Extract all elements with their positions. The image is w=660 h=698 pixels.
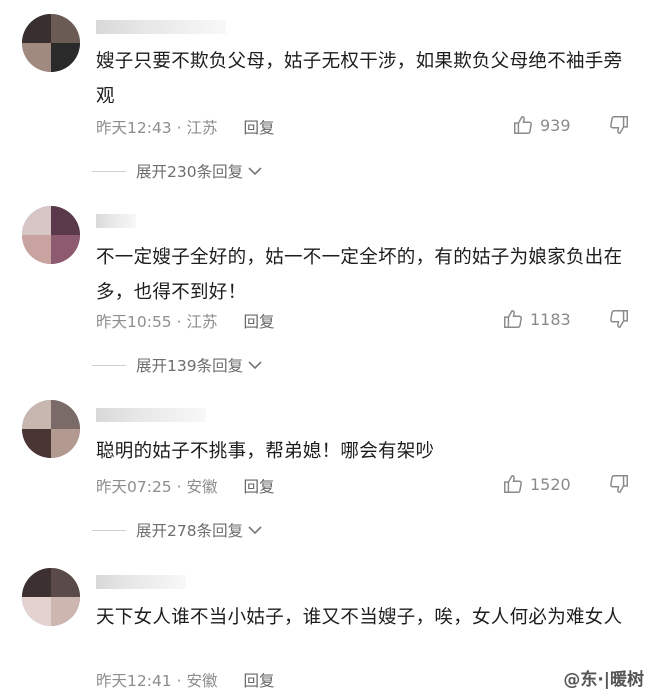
expand-replies-button[interactable]: 展开230条回复 [92, 160, 263, 182]
avatar[interactable] [22, 400, 80, 458]
reply-button[interactable]: 回复 [243, 313, 274, 331]
thumbs-up-icon [514, 116, 532, 134]
avatar[interactable] [22, 568, 80, 626]
comment-meta: 昨天10:55 · 江苏 回复 [96, 310, 274, 332]
chevron-down-icon [248, 526, 262, 535]
comment-text: 嫂子只要不欺负父母，姑子无权干涉，如果欺负父母绝不袖手旁观 [96, 51, 623, 107]
expand-replies-label: 展开139条回复 [136, 357, 244, 375]
like-button[interactable]: 939 [512, 114, 571, 136]
meta-separator: · [171, 478, 187, 496]
like-button[interactable]: 1183 [502, 308, 571, 330]
comment-location: 江苏 [186, 313, 218, 331]
comment-text: 天下女人谁不当小姑子，谁又不当嫂子，唉，女人何必为难女人 [96, 607, 623, 628]
divider [92, 364, 126, 366]
comment-location: 安徽 [186, 478, 218, 496]
reply-button[interactable]: 回复 [243, 478, 274, 496]
comment-time: 昨天10:55 [96, 313, 172, 331]
watermark: @东·|暖树 [559, 665, 648, 690]
thumbs-down-icon [610, 310, 628, 328]
reply-button[interactable]: 回复 [243, 672, 274, 690]
dislike-button[interactable] [608, 473, 630, 499]
comment-meta: 昨天07:25 · 安徽 回复 [96, 475, 274, 497]
meta-separator: · [171, 672, 187, 690]
expand-replies-button[interactable]: 展开278条回复 [92, 519, 263, 541]
dislike-button[interactable] [608, 308, 630, 334]
comment-meta: 昨天12:43 · 江苏 回复 [96, 116, 274, 138]
reply-button[interactable]: 回复 [243, 119, 274, 137]
comment-meta: 昨天12:41 · 安徽 回复 [96, 669, 274, 691]
like-count: 939 [540, 115, 571, 135]
avatar[interactable] [22, 206, 80, 264]
like-count: 1520 [530, 474, 571, 494]
comment-location: 江苏 [186, 119, 218, 137]
username-blurred[interactable] [96, 408, 206, 422]
comment-text: 不一定嫂子全好的，姑一不一定全坏的，有的姑子为娘家负出在多，也得不到好！ [96, 247, 623, 303]
expand-replies-button[interactable]: 展开139条回复 [92, 354, 263, 376]
dislike-button[interactable] [608, 114, 630, 140]
thumbs-up-icon [504, 475, 522, 493]
thumbs-down-icon [610, 475, 628, 493]
expand-replies-label: 展开278条回复 [136, 522, 244, 540]
comment-time: 昨天07:25 [96, 478, 172, 496]
thumbs-up-icon [504, 310, 522, 328]
chevron-down-icon [248, 361, 262, 370]
divider [92, 170, 126, 172]
chevron-down-icon [248, 167, 262, 176]
expand-replies-label: 展开230条回复 [136, 163, 244, 181]
avatar[interactable] [22, 14, 80, 72]
comment-location: 安徽 [186, 672, 218, 690]
username-blurred[interactable] [96, 20, 226, 34]
like-count: 1183 [530, 309, 571, 329]
thumbs-down-icon [610, 116, 628, 134]
comment-time: 昨天12:43 [96, 119, 172, 137]
like-button[interactable]: 1520 [502, 473, 571, 495]
meta-separator: · [171, 119, 187, 137]
divider [92, 529, 126, 531]
username-blurred[interactable] [96, 214, 136, 228]
comment-time: 昨天12:41 [96, 672, 172, 690]
comment-text: 聪明的姑子不挑事，帮弟媳！哪会有架吵 [96, 441, 435, 462]
username-blurred[interactable] [96, 575, 186, 589]
meta-separator: · [171, 313, 187, 331]
